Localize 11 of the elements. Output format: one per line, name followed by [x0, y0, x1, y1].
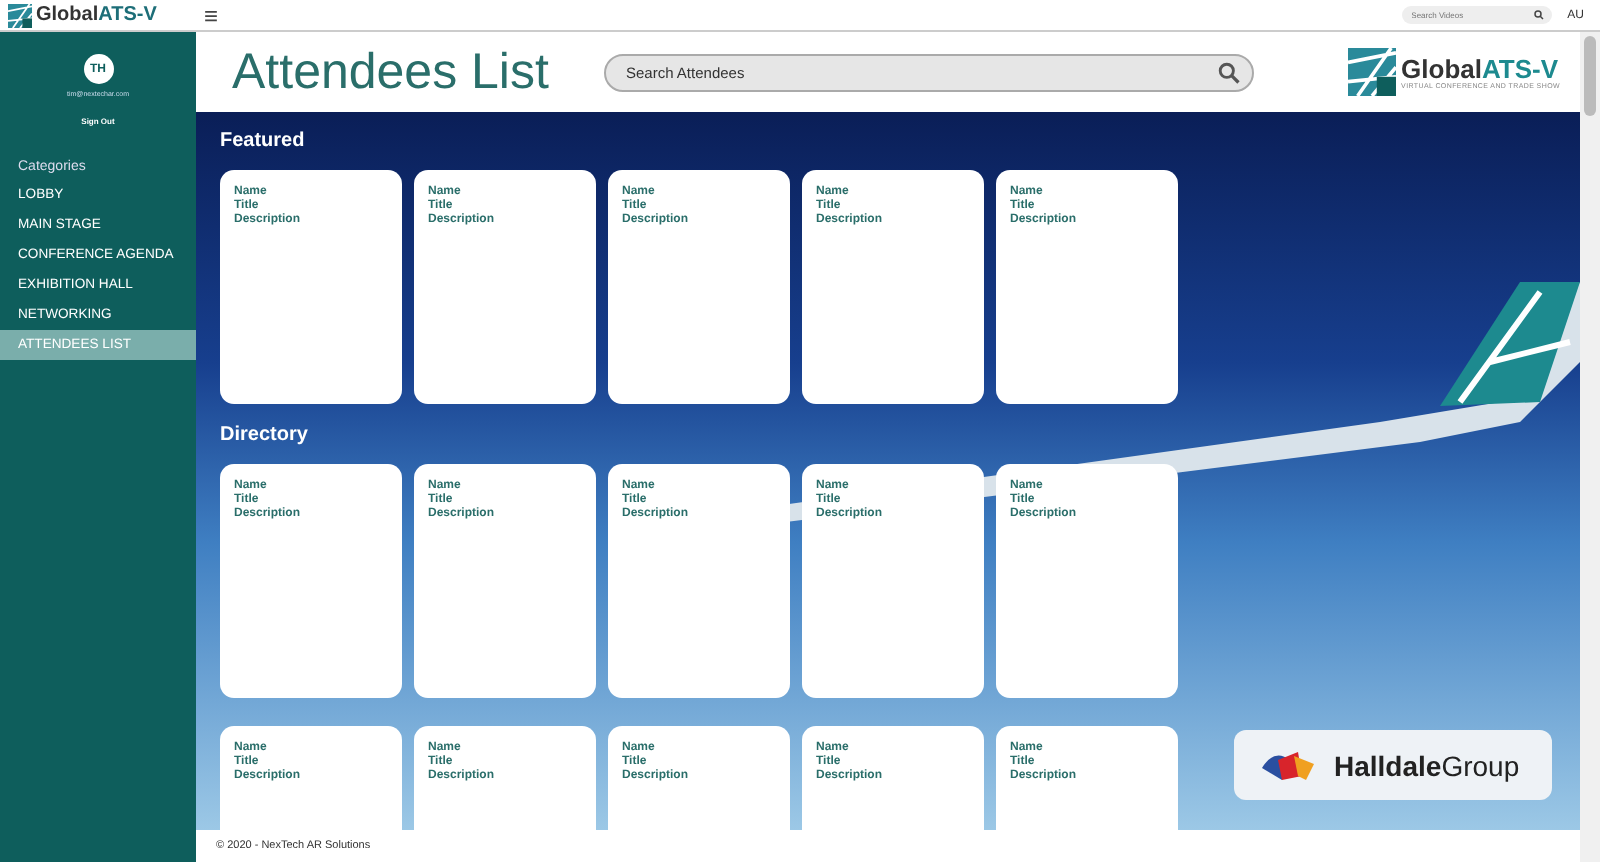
scrollbar-thumb[interactable]: [1584, 36, 1596, 116]
sponsor-logo[interactable]: HalldaleGroup: [1234, 730, 1552, 800]
menu-button[interactable]: ≡: [204, 1, 219, 29]
section-heading: Directory: [220, 424, 310, 448]
logo-mark-icon: [1347, 48, 1396, 96]
page-title: Attendees List: [232, 43, 551, 101]
sponsor-mark-icon: [1258, 747, 1318, 783]
section-heading: Featured: [220, 130, 307, 154]
search-icon: [1218, 61, 1240, 83]
search-icon: [1533, 10, 1544, 20]
brand-logo[interactable]: GlobalATS-V: [8, 3, 200, 27]
